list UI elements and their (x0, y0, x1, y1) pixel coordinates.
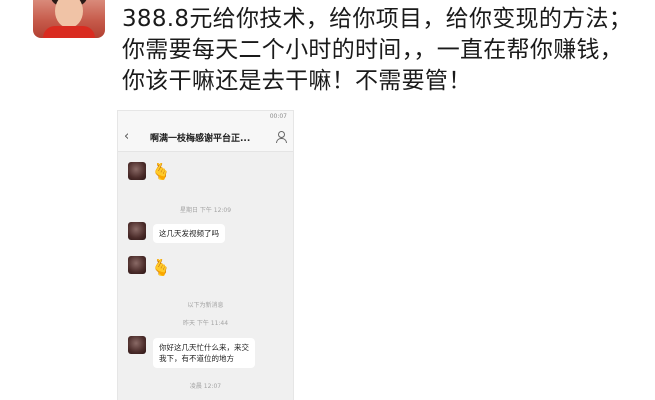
chat-header: ‹ 啊满一枝梅感谢平台正... (118, 125, 293, 152)
contact-avatar[interactable] (128, 256, 146, 274)
chat-timestamp: 星期日 下午 12:09 (179, 207, 232, 214)
contact-avatar[interactable] (128, 162, 146, 180)
new-messages-divider: 以下为新消息 (187, 302, 224, 309)
hand-emoji-icon: 🫰 (151, 258, 171, 277)
avatar-shirt (43, 26, 95, 38)
poster-avatar[interactable] (33, 0, 105, 38)
message-bubble[interactable]: 这几天发视频了吗 (153, 224, 225, 243)
message-line: 你好这几天忙什么来，来交 (159, 343, 249, 352)
contact-avatar[interactable] (128, 336, 146, 354)
chat-timestamp: 凌晨 12:07 (189, 383, 222, 390)
screenshot-page: 388.8元给你技术，给你项目，给你变现的方法；你需要每天二个小时的时间，，一直… (0, 0, 655, 400)
chat-timestamp: 昨天 下午 11:44 (182, 320, 229, 327)
post-text: 388.8元给你技术，给你项目，给你变现的方法；你需要每天二个小时的时间，，一直… (122, 6, 633, 94)
status-bar: 00:07 (118, 111, 293, 125)
avatar-face (55, 0, 83, 28)
person-icon[interactable] (275, 130, 287, 144)
contact-avatar[interactable] (128, 222, 146, 240)
chat-screenshot: 00:07 ‹ 啊满一枝梅感谢平台正... 🫰 星期日 下午 12:09 这几天… (118, 111, 293, 400)
back-icon[interactable]: ‹ (124, 130, 129, 144)
chat-title: 啊满一枝梅感谢平台正... (150, 134, 251, 144)
message-bubble[interactable]: 你好这几天忙什么来，来交 我下，有不道位的地方 (153, 338, 255, 368)
hand-emoji-icon: 🫰 (151, 162, 171, 181)
status-time: 00:07 (269, 113, 287, 120)
message-line: 我下，有不道位的地方 (159, 354, 234, 363)
